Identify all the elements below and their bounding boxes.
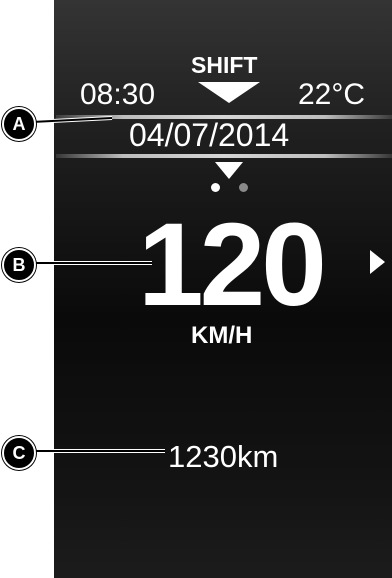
- callout-b-badge: B: [2, 248, 36, 282]
- callout-c-badge: C: [2, 436, 36, 470]
- callout-a-badge: A: [2, 107, 36, 141]
- callout-c-label: C: [12, 442, 26, 463]
- callout-leader-lines: [31, 116, 165, 453]
- callout-b-label: B: [12, 254, 26, 275]
- callout-a-label: A: [12, 113, 26, 134]
